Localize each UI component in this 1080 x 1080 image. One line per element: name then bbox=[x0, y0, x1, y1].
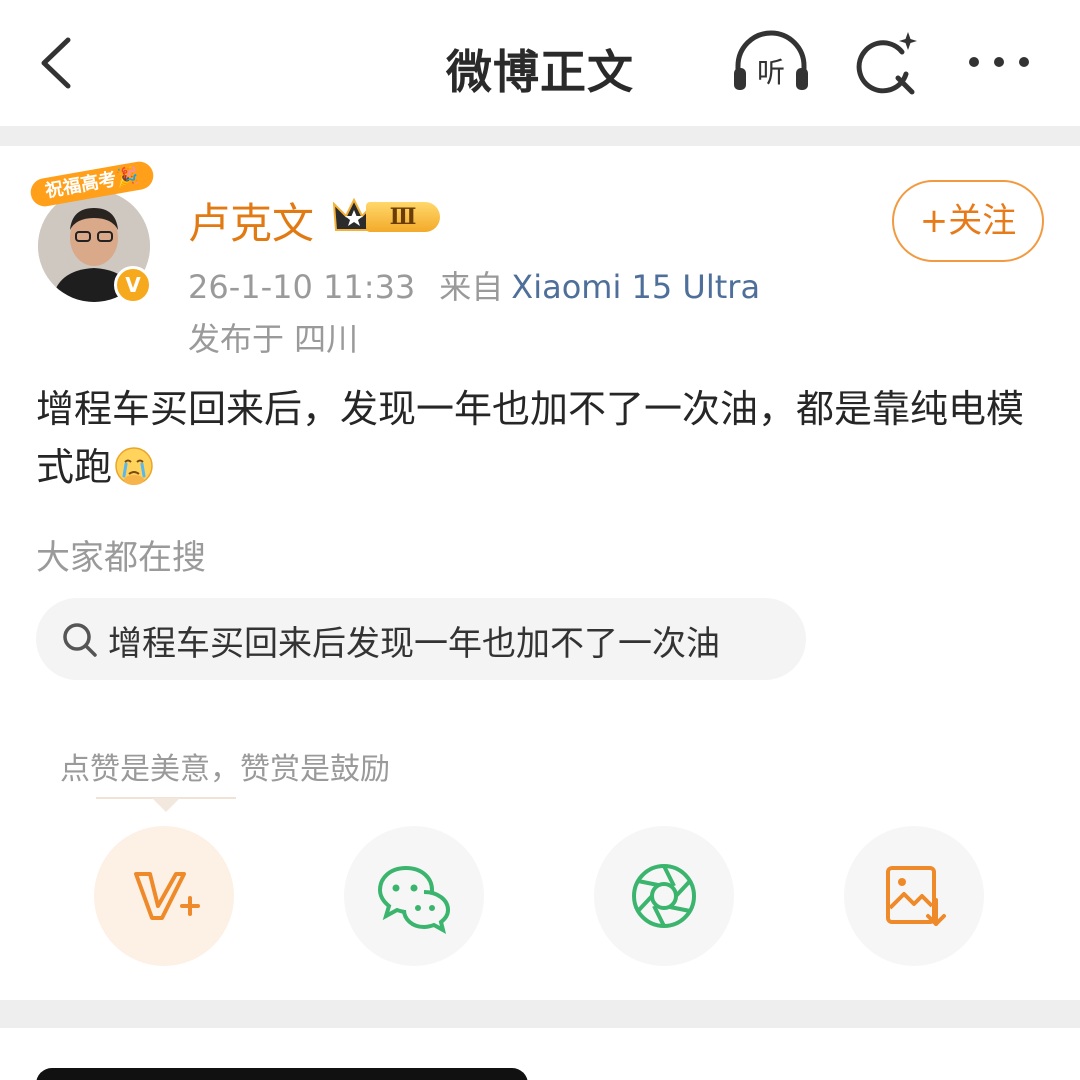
hot-search-query: 增程车买回来后发现一年也加不了一次油 bbox=[108, 624, 720, 664]
post-time: 26-1-10 11:33 bbox=[188, 268, 416, 306]
listen-label: 听 bbox=[757, 56, 785, 89]
vip-level: Ⅲ bbox=[366, 202, 440, 232]
source-device[interactable]: Xiaomi 15 Ultra bbox=[511, 268, 760, 306]
headphones-icon: 听 bbox=[734, 30, 808, 90]
section-divider bbox=[0, 126, 1080, 146]
reward-v-plus-icon bbox=[134, 872, 200, 920]
search-icon bbox=[856, 32, 917, 95]
moments-aperture-icon bbox=[632, 864, 696, 928]
crying-face-emoji-icon bbox=[115, 447, 153, 485]
follow-button[interactable]: +关注 bbox=[892, 180, 1044, 262]
post-text: 增程车买回来后，发现一年也加不了一次油，都是靠纯电模式跑 bbox=[36, 387, 1025, 489]
more-button[interactable] bbox=[962, 34, 1036, 90]
verified-badge: V bbox=[114, 266, 152, 304]
reward-button[interactable] bbox=[94, 826, 234, 966]
share-wechat-button[interactable] bbox=[344, 826, 484, 966]
share-moments-button[interactable] bbox=[594, 826, 734, 966]
save-image-icon bbox=[886, 866, 946, 926]
save-image-button[interactable] bbox=[844, 826, 984, 966]
search-icon bbox=[63, 623, 97, 657]
author-name[interactable]: 卢克文 bbox=[188, 190, 314, 251]
post-meta: 26-1-10 11:33 来自 Xiaomi 15 Ultra bbox=[188, 262, 760, 308]
share-row bbox=[0, 826, 1080, 966]
section-divider-bottom bbox=[0, 1000, 1080, 1028]
post-location: 发布于 四川 bbox=[188, 320, 359, 358]
next-card-preview bbox=[36, 1068, 528, 1080]
top-bar: 微博正文 听 bbox=[0, 0, 1080, 126]
source-label: 来自 bbox=[439, 268, 504, 306]
hot-search-chip[interactable]: 增程车买回来后发现一年也加不了一次油 bbox=[36, 598, 806, 680]
listen-button[interactable]: 听 bbox=[728, 28, 814, 98]
reward-tip: 点赞是美意，赞赏是鼓励 bbox=[60, 752, 390, 787]
wechat-icon bbox=[377, 865, 451, 934]
vip-badge[interactable]: Ⅲ bbox=[332, 196, 442, 238]
post-content: 增程车买回来后，发现一年也加不了一次油，都是靠纯电模式跑 bbox=[36, 380, 1046, 496]
search-button[interactable] bbox=[852, 28, 924, 98]
tip-arrow-icon bbox=[96, 797, 236, 812]
avatar[interactable]: 祝福高考🎉 V bbox=[28, 159, 158, 304]
hot-search-label: 大家都在搜 bbox=[36, 538, 206, 578]
more-dots-icon bbox=[969, 57, 1029, 67]
